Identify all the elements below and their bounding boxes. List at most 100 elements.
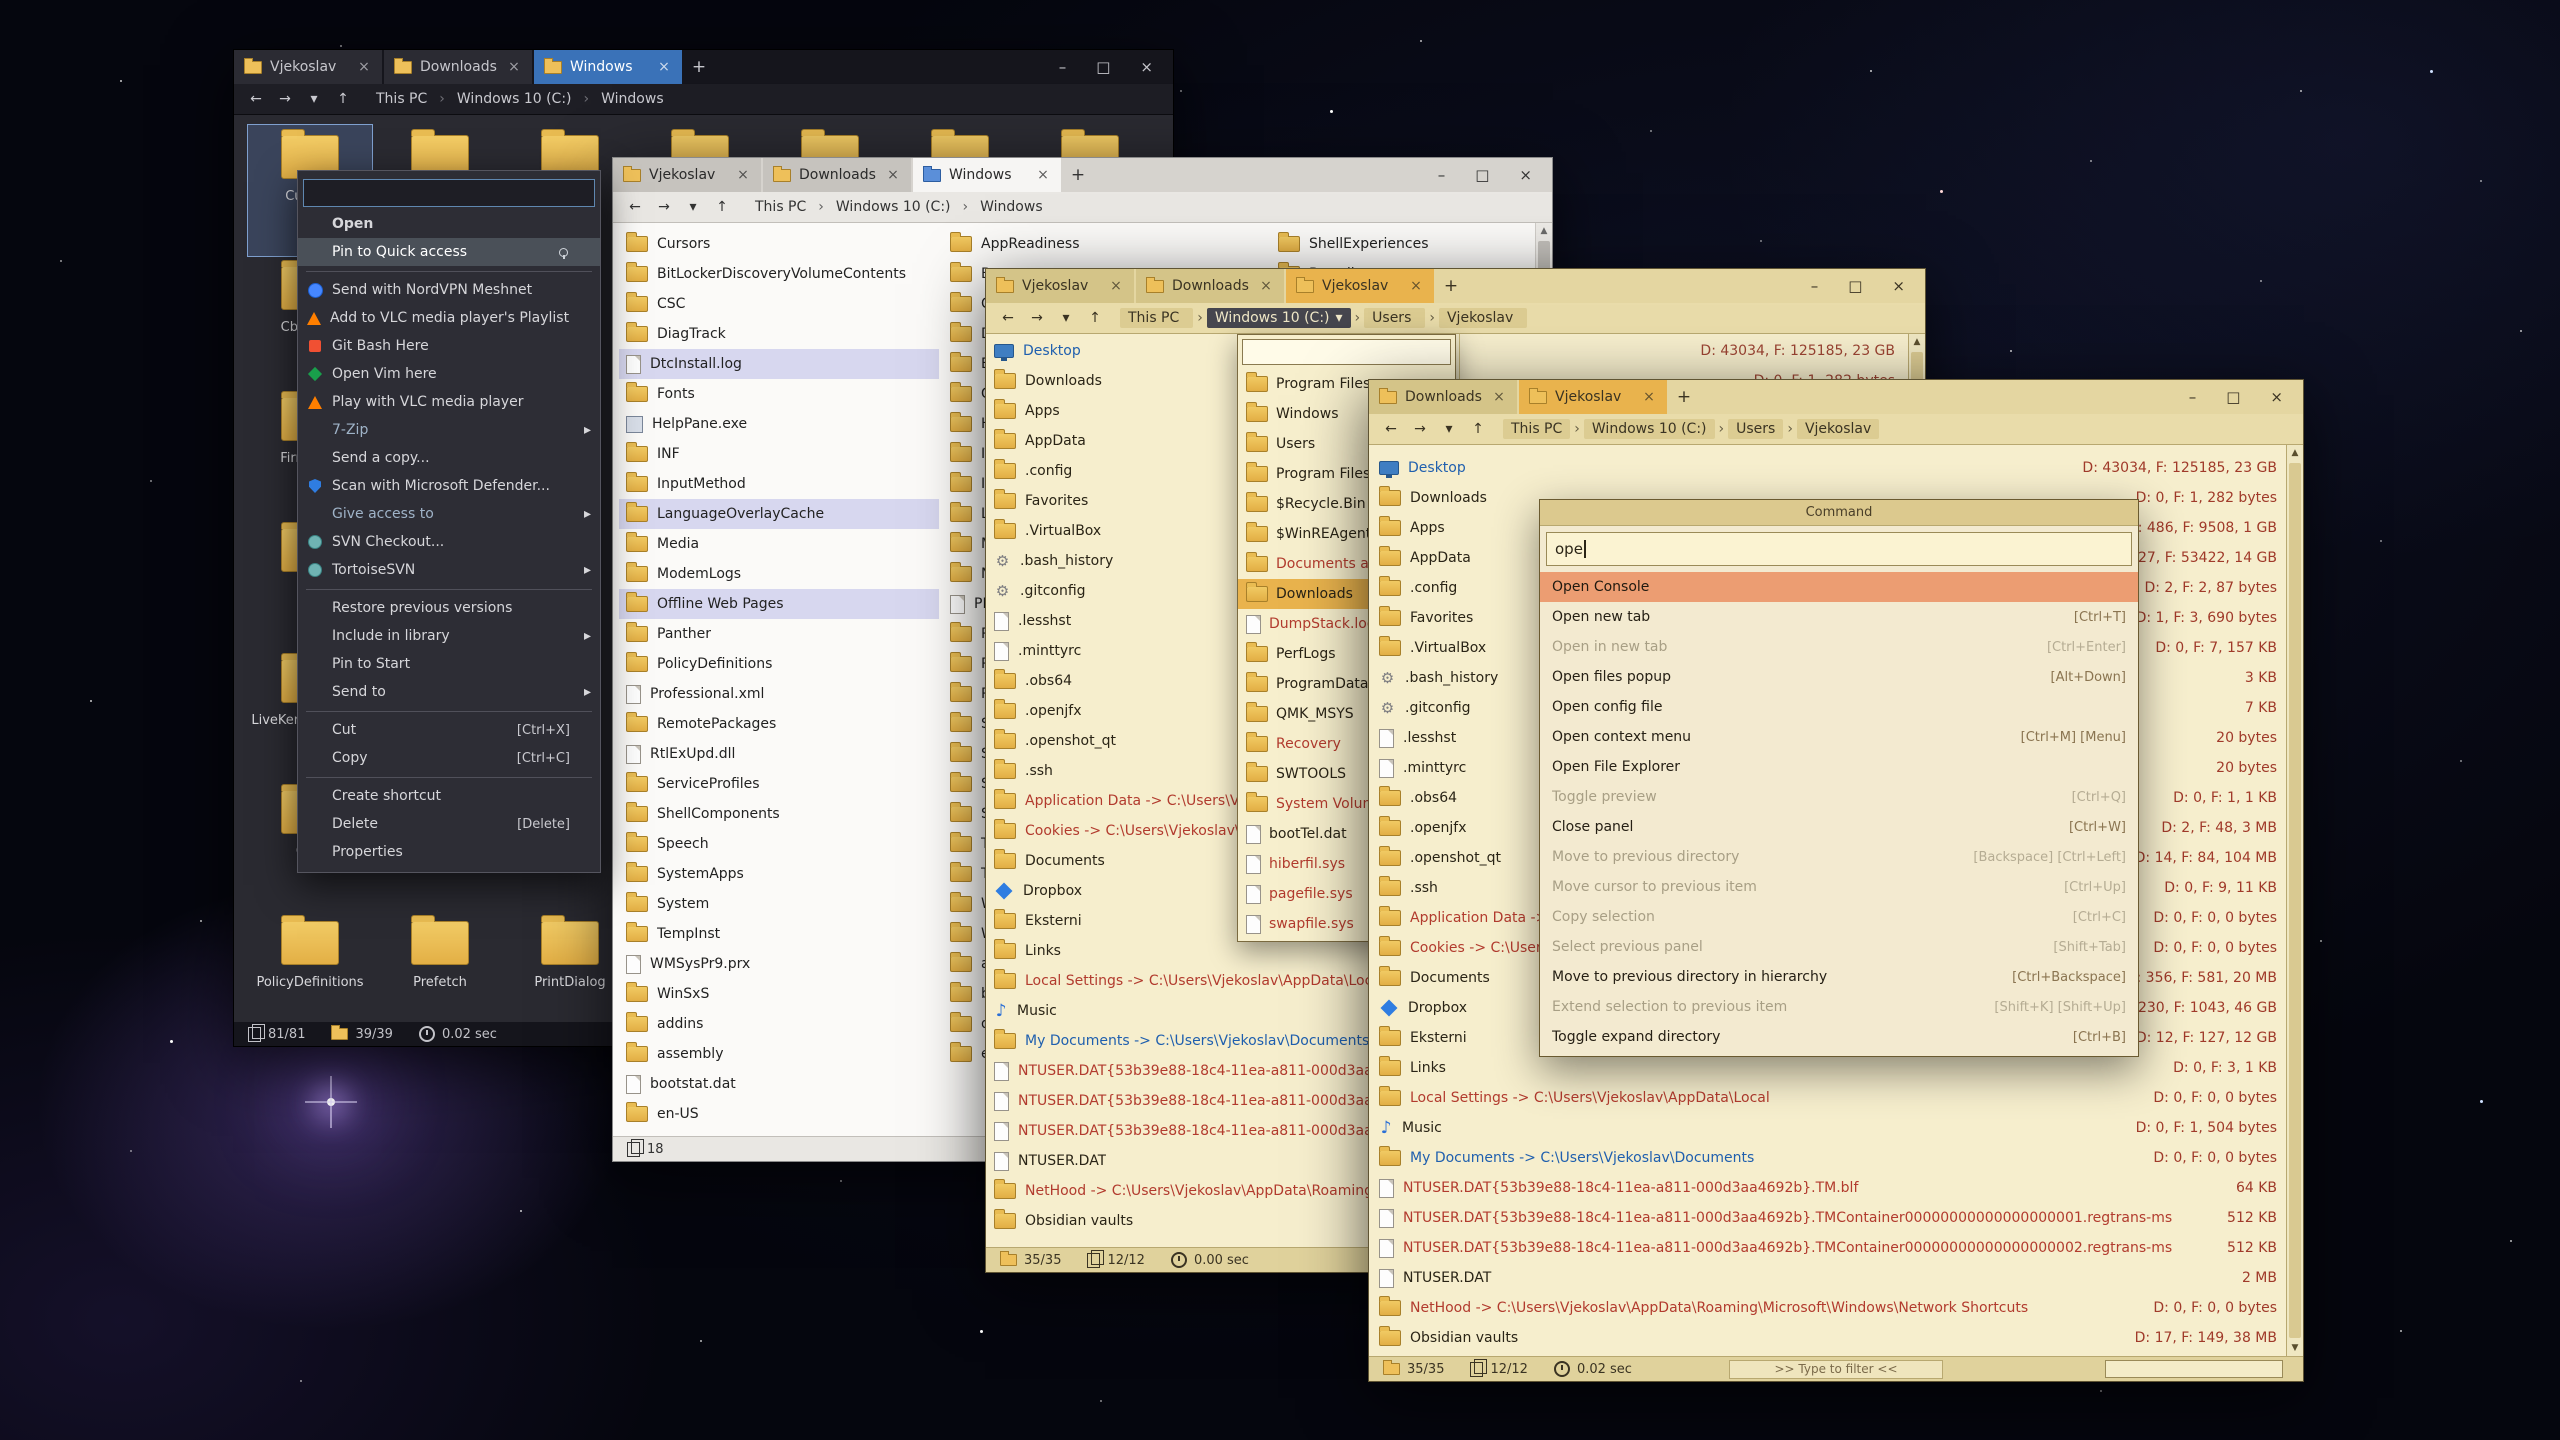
titlebar[interactable]: Vjekoslav Downloads Vjekoslav bbox=[986, 269, 1925, 303]
context-menu-item[interactable]: Play with VLC media player bbox=[298, 388, 600, 416]
file-row[interactable]: CSC bbox=[619, 289, 939, 319]
file-row[interactable]: My Documents -> C:\Users\Vjekoslav\Docum… bbox=[1369, 1143, 2287, 1173]
tab-close-icon[interactable] bbox=[885, 167, 901, 183]
file-row[interactable]: DiagTrack bbox=[619, 319, 939, 349]
context-menu-item[interactable]: Git Bash Here bbox=[298, 332, 600, 360]
file-row[interactable]: Offline Web Pages bbox=[619, 589, 939, 619]
palette-command-item[interactable]: Open config file bbox=[1540, 692, 2138, 722]
breadcrumb-item[interactable]: Windows 10 (C:)▾ bbox=[1207, 308, 1364, 328]
close-button[interactable]: × bbox=[1519, 166, 1532, 184]
history-dropdown-icon[interactable]: ▾ bbox=[1437, 421, 1461, 437]
file-row[interactable]: InputMethod bbox=[619, 469, 939, 499]
context-menu-item[interactable] bbox=[298, 706, 600, 716]
up-button[interactable]: ↑ bbox=[1083, 310, 1107, 326]
scrollbar[interactable] bbox=[2286, 445, 2303, 1356]
file-row[interactable]: NetHood -> C:\Users\Vjekoslav\AppData\Ro… bbox=[1369, 1293, 2287, 1323]
history-dropdown-icon[interactable]: ▾ bbox=[1054, 310, 1078, 326]
new-tab-button[interactable]: + bbox=[1669, 380, 1699, 414]
file-row[interactable]: AppReadiness bbox=[943, 229, 1267, 259]
tab[interactable]: Windows bbox=[534, 50, 682, 84]
tab-close-icon[interactable] bbox=[656, 59, 672, 75]
scroll-up-icon[interactable] bbox=[1536, 223, 1552, 239]
tab[interactable]: Vjekoslav bbox=[1519, 380, 1667, 414]
tab[interactable]: Downloads bbox=[763, 158, 911, 192]
forward-button[interactable]: → bbox=[1408, 421, 1432, 437]
breadcrumb-item[interactable]: Windows bbox=[972, 197, 1051, 217]
file-row[interactable]: Speech bbox=[619, 829, 939, 859]
close-button[interactable]: × bbox=[1892, 277, 1905, 295]
titlebar[interactable]: Vjekoslav Downloads Windows bbox=[234, 50, 1173, 84]
minimize-button[interactable]: – bbox=[1438, 166, 1446, 184]
minimize-button[interactable]: – bbox=[2189, 388, 2197, 406]
tab-close-icon[interactable] bbox=[1035, 167, 1051, 183]
breadcrumb-item[interactable]: This PC bbox=[368, 89, 449, 109]
tab[interactable]: Downloads bbox=[1136, 269, 1284, 303]
tab[interactable]: Windows bbox=[913, 158, 1061, 192]
up-button[interactable]: ↑ bbox=[331, 91, 355, 107]
tab-close-icon[interactable] bbox=[1108, 278, 1124, 294]
forward-button[interactable]: → bbox=[652, 199, 676, 215]
scroll-up-icon[interactable] bbox=[2287, 445, 2303, 461]
palette-command-item[interactable]: Close panel [Ctrl+W] bbox=[1540, 812, 2138, 842]
file-row[interactable]: DtcInstall.log bbox=[619, 349, 939, 379]
file-row[interactable]: SystemApps bbox=[619, 859, 939, 889]
palette-command-item[interactable]: Move to previous directory in hierarchy … bbox=[1540, 962, 2138, 992]
minimize-button[interactable]: – bbox=[1811, 277, 1819, 295]
breadcrumb-item[interactable]: This PC bbox=[747, 197, 828, 217]
up-button[interactable]: ↑ bbox=[1466, 421, 1490, 437]
breadcrumb-item[interactable]: This PC bbox=[1503, 419, 1584, 439]
tab[interactable]: Vjekoslav bbox=[613, 158, 761, 192]
breadcrumb-item[interactable]: Windows 10 (C:) bbox=[828, 197, 972, 217]
maximize-button[interactable]: □ bbox=[1848, 277, 1862, 295]
new-tab-button[interactable]: + bbox=[684, 50, 714, 84]
file-row[interactable]: PolicyDefinitions bbox=[619, 649, 939, 679]
file-row[interactable]: WMSysPr9.prx bbox=[619, 949, 939, 979]
context-menu-filter-input[interactable] bbox=[303, 179, 595, 207]
context-menu-item[interactable]: Restore previous versions bbox=[298, 594, 600, 622]
file-row[interactable]: assembly bbox=[619, 1039, 939, 1069]
file-row[interactable]: NTUSER.DAT{53b39e88-18c4-11ea-a811-000d3… bbox=[1369, 1203, 2287, 1233]
breadcrumb-item[interactable]: Vjekoslav bbox=[1439, 308, 1527, 328]
breadcrumb-item[interactable]: Users bbox=[1364, 308, 1439, 328]
file-row[interactable]: ServiceProfiles bbox=[619, 769, 939, 799]
context-menu-item[interactable]: Send with NordVPN Meshnet bbox=[298, 276, 600, 304]
titlebar[interactable]: Vjekoslav Downloads Windows bbox=[613, 158, 1552, 192]
context-menu-item[interactable]: Pin to Start bbox=[298, 650, 600, 678]
file-row[interactable]: Cursors bbox=[619, 229, 939, 259]
context-menu-item[interactable]: TortoiseSVN bbox=[298, 556, 600, 584]
file-row[interactable]: RemotePackages bbox=[619, 709, 939, 739]
palette-command-item[interactable]: Open in new tab [Ctrl+Enter] bbox=[1540, 632, 2138, 662]
tab-close-icon[interactable] bbox=[735, 167, 751, 183]
palette-command-item[interactable]: Open context menu [Ctrl+M] [Menu] bbox=[1540, 722, 2138, 752]
new-tab-button[interactable]: + bbox=[1436, 269, 1466, 303]
up-button[interactable]: ↑ bbox=[710, 199, 734, 215]
file-row[interactable]: NTUSER.DAT 2 MB bbox=[1369, 1263, 2287, 1293]
file-row[interactable]: HelpPane.exe bbox=[619, 409, 939, 439]
context-menu-item[interactable]: Open bbox=[298, 210, 600, 238]
close-button[interactable]: × bbox=[2270, 388, 2283, 406]
context-menu-item[interactable]: Create shortcut bbox=[298, 782, 600, 810]
back-button[interactable]: ← bbox=[1379, 421, 1403, 437]
breadcrumb-item[interactable]: Vjekoslav bbox=[1797, 419, 1879, 439]
type-to-filter-hint[interactable]: >> Type to filter << bbox=[1729, 1360, 1943, 1379]
tab-close-icon[interactable] bbox=[506, 59, 522, 75]
palette-command-item[interactable]: Open new tab [Ctrl+T] bbox=[1540, 602, 2138, 632]
file-row[interactable]: System bbox=[619, 889, 939, 919]
context-menu-item[interactable]: Open Vim here bbox=[298, 360, 600, 388]
file-row[interactable]: RtlExUpd.dll bbox=[619, 739, 939, 769]
tab-close-icon[interactable] bbox=[1491, 389, 1507, 405]
tab[interactable]: Downloads bbox=[384, 50, 532, 84]
tab[interactable]: Vjekoslav bbox=[986, 269, 1134, 303]
file-row[interactable]: Desktop D: 43034, F: 125185, 23 GB bbox=[1369, 453, 2287, 483]
context-menu-item[interactable]: Send a copy... bbox=[298, 444, 600, 472]
history-dropdown-icon[interactable]: ▾ bbox=[681, 199, 705, 215]
close-button[interactable]: × bbox=[1140, 58, 1153, 76]
palette-command-item[interactable]: Copy selection [Ctrl+C] bbox=[1540, 902, 2138, 932]
file-row[interactable]: WinSxS bbox=[619, 979, 939, 1009]
context-menu-item[interactable]: 7-Zip bbox=[298, 416, 600, 444]
file-row[interactable]: ShellExperiences bbox=[1271, 229, 1551, 259]
context-menu-item[interactable]: Pin to Quick access bbox=[298, 238, 600, 266]
palette-command-item[interactable]: Open files popup [Alt+Down] bbox=[1540, 662, 2138, 692]
file-row[interactable]: NTUSER.DAT{53b39e88-18c4-11ea-a811-000d3… bbox=[1369, 1233, 2287, 1263]
context-menu-item[interactable]: Send to bbox=[298, 678, 600, 706]
